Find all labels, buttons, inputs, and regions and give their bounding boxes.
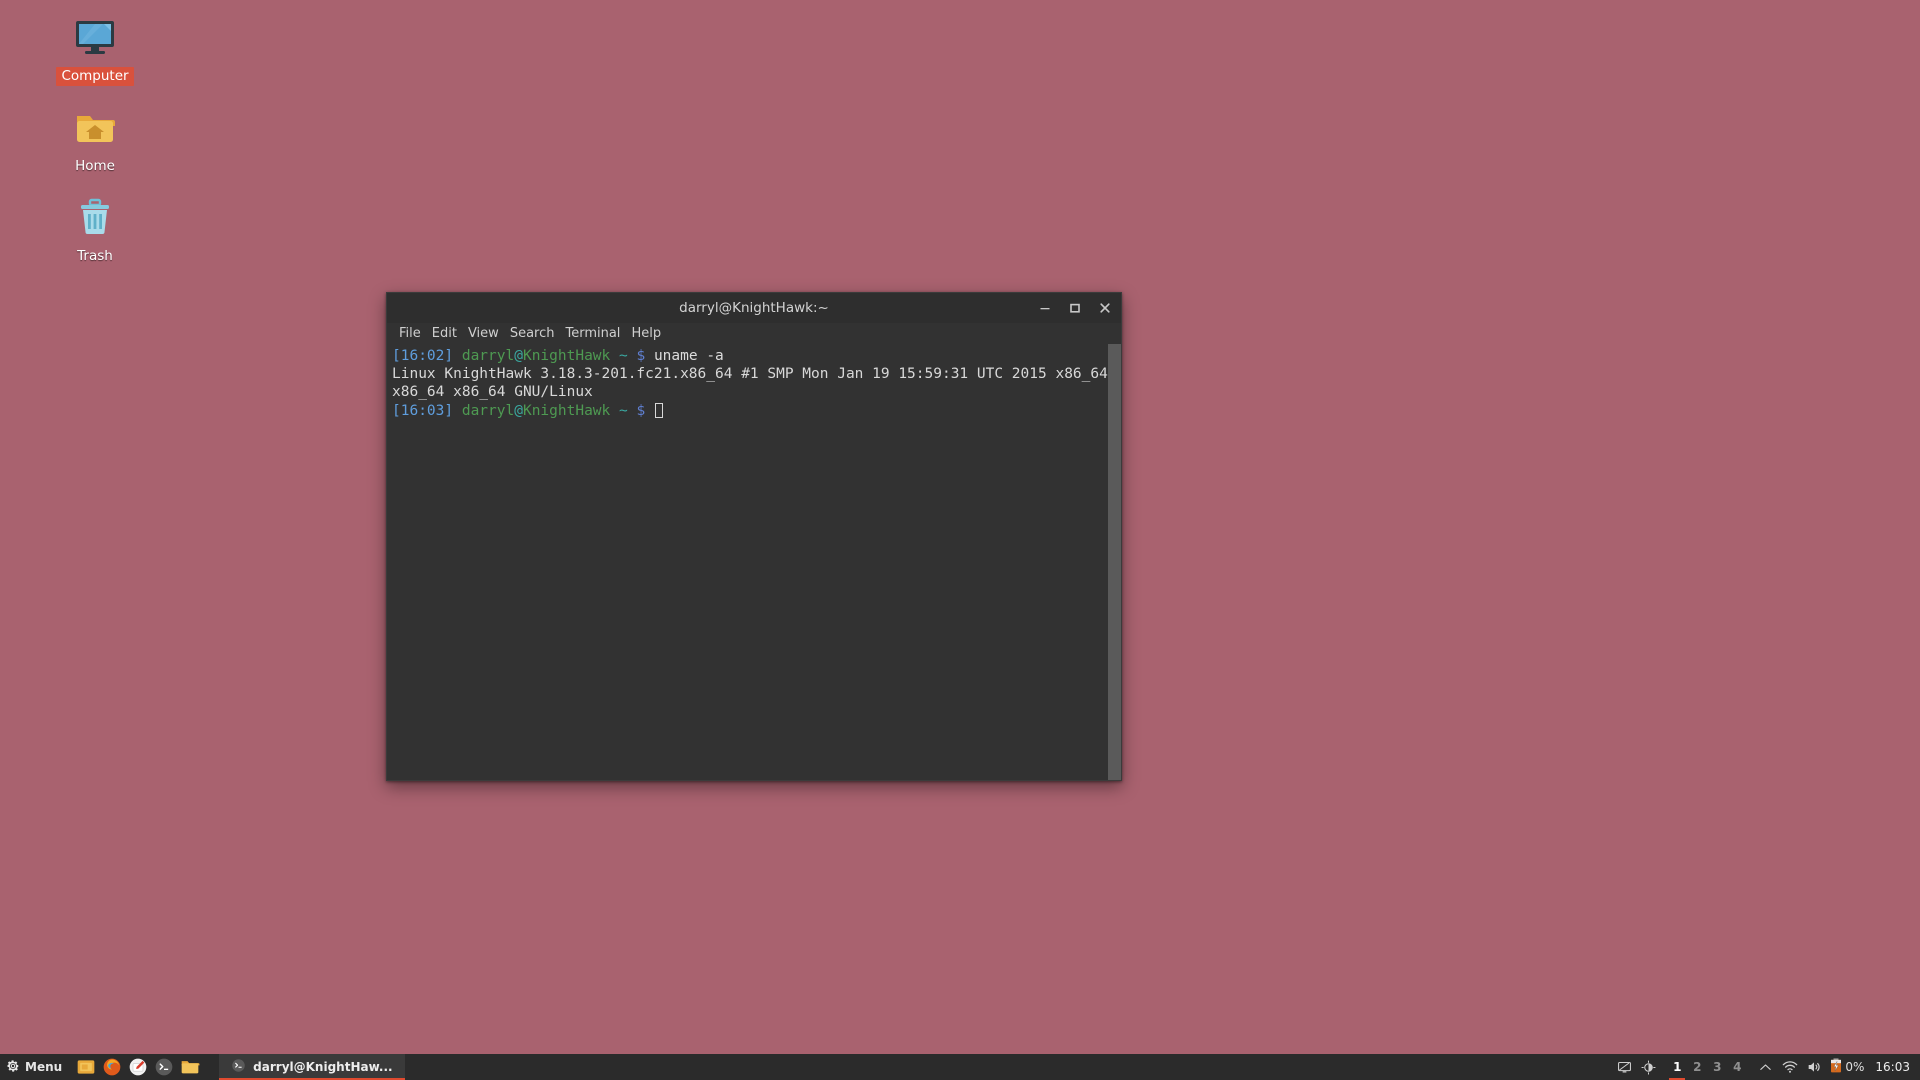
window-title: darryl@KnightHawk:~: [679, 300, 829, 316]
window-controls: [1037, 293, 1113, 323]
task-list: darryl@KnightHaw...: [201, 1054, 406, 1080]
clock[interactable]: 16:03: [1871, 1060, 1910, 1074]
terminal-launcher[interactable]: [153, 1056, 175, 1078]
menu-item-search[interactable]: Search: [510, 326, 555, 341]
taskbar[interactable]: Menu darryl@KnightHaw... 1 2 3 4 0% 16:0…: [0, 1054, 1920, 1080]
desktop-icon-label: Computer: [56, 67, 134, 86]
battery-charging-icon: [1829, 1058, 1843, 1077]
wifi-icon[interactable]: [1781, 1059, 1798, 1076]
terminal-window[interactable]: darryl@KnightHawk:~ File Edit View Searc…: [386, 292, 1122, 781]
file-manager-launcher[interactable]: [75, 1056, 97, 1078]
terminal-prompt-line: [16:02] darryl@KnightHawk ~ $ uname -a: [392, 348, 724, 364]
maximize-button[interactable]: [1067, 300, 1083, 316]
desktop-icon-label: Home: [75, 158, 115, 174]
terminal-scrollbar[interactable]: [1108, 344, 1121, 780]
terminal-prompt-line: [16:03] darryl@KnightHawk ~ $: [392, 402, 1121, 420]
desktop[interactable]: Computer Home Trash darryl@KnightHawk:~ …: [0, 0, 1920, 1080]
desktop-icon-list: Computer Home Trash: [40, 14, 150, 284]
computer-monitor-icon: [40, 14, 150, 62]
desktop-icon-trash[interactable]: Trash: [40, 194, 150, 266]
terminal-icon: [231, 1058, 246, 1077]
home-folder-icon: [40, 104, 150, 152]
workspace-2[interactable]: 2: [1687, 1054, 1707, 1080]
terminal-scrollbar-thumb[interactable]: [1108, 344, 1121, 780]
desktop-icon-computer[interactable]: Computer: [40, 14, 150, 86]
menu-item-help[interactable]: Help: [631, 326, 661, 341]
menu-item-view[interactable]: View: [468, 326, 499, 341]
menu-item-terminal[interactable]: Terminal: [565, 326, 620, 341]
terminal-cursor: [654, 402, 663, 418]
task-button-label: darryl@KnightHaw...: [253, 1060, 393, 1074]
firefox-launcher[interactable]: [101, 1056, 123, 1078]
start-menu-button[interactable]: Menu: [0, 1054, 71, 1080]
system-tray: 1 2 3 4 0% 16:03: [1616, 1054, 1920, 1080]
workspace-1[interactable]: 1: [1667, 1054, 1687, 1080]
gear-icon: [6, 1058, 20, 1077]
close-button[interactable]: [1097, 300, 1113, 316]
desktop-icon-home[interactable]: Home: [40, 104, 150, 176]
folder-launcher[interactable]: [179, 1056, 201, 1078]
launcher-bar: [71, 1056, 201, 1078]
trash-can-icon: [40, 194, 150, 242]
workspace-switcher: 1 2 3 4: [1667, 1054, 1747, 1080]
text-editor-launcher[interactable]: [127, 1056, 149, 1078]
start-menu-label: Menu: [25, 1060, 63, 1074]
display-icon[interactable]: [1616, 1059, 1633, 1076]
workspace-4[interactable]: 4: [1727, 1054, 1747, 1080]
terminal-output-line: Linux KnightHawk 3.18.3-201.fc21.x86_64 …: [392, 366, 1108, 401]
window-title-bar[interactable]: darryl@KnightHawk:~: [387, 293, 1121, 323]
battery-indicator[interactable]: 0%: [1829, 1058, 1864, 1077]
terminal-menu-bar: File Edit View Search Terminal Help: [387, 323, 1121, 344]
task-button-terminal[interactable]: darryl@KnightHaw...: [219, 1054, 406, 1080]
workspace-3[interactable]: 3: [1707, 1054, 1727, 1080]
menu-item-file[interactable]: File: [399, 326, 421, 341]
brightness-icon[interactable]: [1640, 1059, 1657, 1076]
volume-icon[interactable]: [1805, 1059, 1822, 1076]
chevron-up-icon[interactable]: [1757, 1059, 1774, 1076]
desktop-icon-label: Trash: [77, 248, 113, 264]
minimize-button[interactable]: [1037, 300, 1053, 316]
menu-item-edit[interactable]: Edit: [432, 326, 457, 341]
terminal-body[interactable]: [16:02] darryl@KnightHawk ~ $ uname -a Li…: [387, 344, 1121, 780]
battery-percent-label: 0%: [1845, 1060, 1865, 1074]
terminal-output: [16:02] darryl@KnightHawk ~ $ uname -a Li…: [390, 347, 1121, 420]
